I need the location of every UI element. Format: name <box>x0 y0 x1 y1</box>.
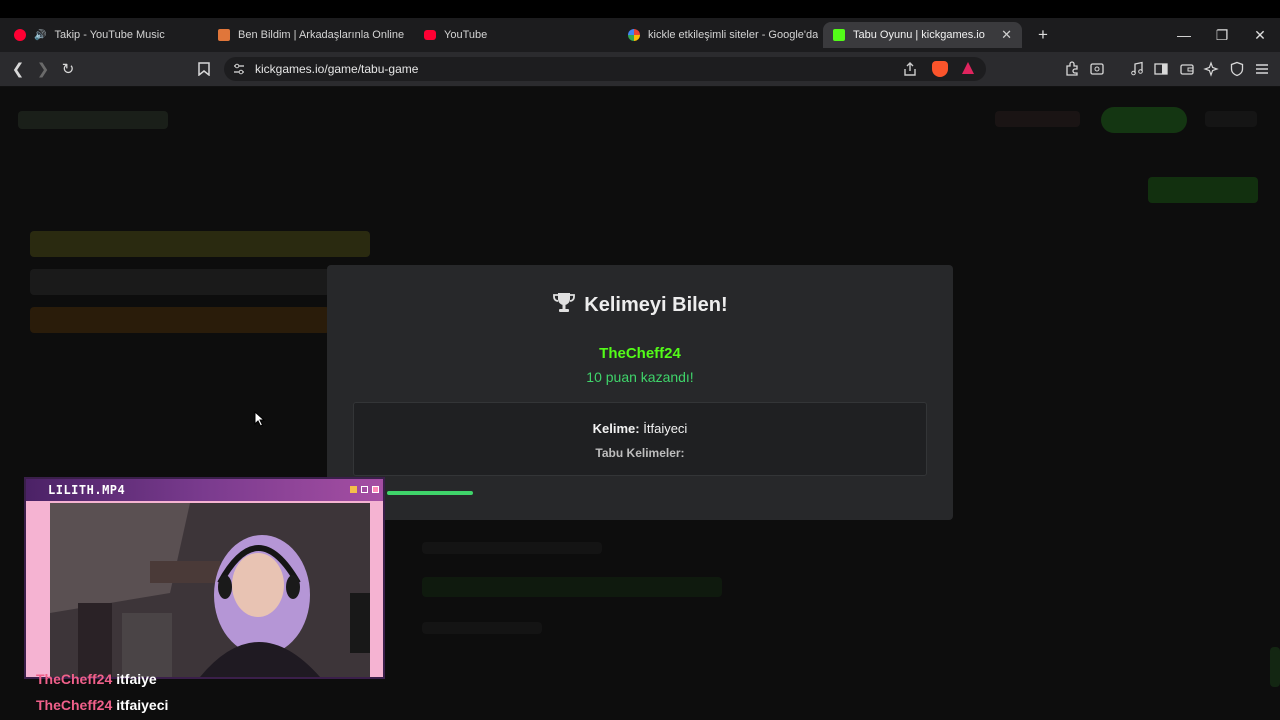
mouse-cursor-icon <box>254 410 266 432</box>
speaker-icon[interactable]: 🔊 <box>34 30 46 41</box>
webcam-titlebar: LILITH.MP4 <box>26 479 383 501</box>
youtube-icon <box>424 30 436 40</box>
media-icon[interactable] <box>1129 61 1145 77</box>
chat-username: TheCheff24 <box>36 697 113 713</box>
word-guessed-modal: Kelimeyi Bilen! TheCheff24 10 puan kazan… <box>327 265 953 520</box>
chat-message: TheCheff24 itfaiye <box>36 671 157 687</box>
action-button[interactable] <box>1148 177 1258 203</box>
new-tab-button[interactable]: + <box>1033 24 1053 46</box>
header-link[interactable] <box>995 111 1080 127</box>
webcam-feed <box>50 503 370 677</box>
forward-button[interactable]: ❯ <box>32 58 54 80</box>
brave-rewards-icon[interactable] <box>961 61 975 80</box>
site-logo <box>18 111 168 129</box>
screen-top-strip <box>0 0 1280 18</box>
minimize-icon <box>350 486 357 493</box>
google-icon <box>628 29 640 41</box>
screenshot-icon[interactable] <box>1089 61 1105 77</box>
vpn-icon[interactable] <box>1229 61 1245 77</box>
kickgames-icon <box>833 29 845 41</box>
points-earned: 10 puan kazandı! <box>586 369 694 385</box>
word-value: İtfaiyeci <box>643 421 688 436</box>
chat-username: TheCheff24 <box>36 671 113 687</box>
word-line: Kelime: İtfaiyeci <box>354 421 926 436</box>
address-bar[interactable]: kickgames.io/game/tabu-game <box>224 57 986 81</box>
chat-text: itfaiye <box>116 671 157 687</box>
quiz-site-icon <box>218 29 230 41</box>
extensions-icon[interactable] <box>1064 61 1080 77</box>
share-icon[interactable] <box>902 61 918 82</box>
close-tab-icon[interactable]: ✕ <box>1001 27 1012 43</box>
tab-tabu-oyunu[interactable]: Tabu Oyunu | kickgames.io ✕ <box>823 22 1022 48</box>
tab-label: Tabu Oyunu | kickgames.io <box>853 29 985 41</box>
brave-shield-icon[interactable] <box>932 61 948 77</box>
close-window-button[interactable]: ✕ <box>1241 18 1279 52</box>
bookmark-icon[interactable] <box>193 58 215 80</box>
tab-label: kickle etkileşimli siteler - Google'da A <box>648 29 818 41</box>
taboo-words-label: Tabu Kelimeler: <box>595 446 685 460</box>
chat-text: itfaiyeci <box>116 697 169 713</box>
tab-youtube-music[interactable]: 🔊 Takip - YouTube Music <box>4 22 204 48</box>
word-label: Kelime: <box>592 421 640 436</box>
url-text: kickgames.io/game/tabu-game <box>255 62 419 76</box>
sidebar-bar <box>30 269 330 295</box>
youtube-music-icon <box>14 29 26 41</box>
menu-icon[interactable] <box>1254 61 1270 77</box>
tab-youtube[interactable]: YouTube <box>414 22 614 48</box>
minimize-button[interactable]: — <box>1165 18 1203 52</box>
leo-ai-icon[interactable] <box>1203 61 1219 77</box>
scroll-indicator <box>1270 647 1280 687</box>
tab-label: Takip - YouTube Music <box>54 29 165 41</box>
site-settings-icon[interactable] <box>232 62 246 76</box>
feed-row <box>422 577 722 597</box>
reload-button[interactable]: ↻ <box>57 58 79 80</box>
webcam-title: LILITH.MP4 <box>48 483 126 497</box>
webcam-window: LILITH.MP4 <box>24 477 385 679</box>
header-link[interactable] <box>1205 111 1257 127</box>
close-icon <box>372 486 379 493</box>
streamer-video <box>50 503 370 677</box>
wallet-icon[interactable] <box>1179 61 1195 77</box>
chat-message: TheCheff24 itfaiyeci <box>36 697 168 713</box>
back-button[interactable]: ❮ <box>7 58 29 80</box>
restore-button[interactable]: ❐ <box>1203 18 1241 52</box>
tab-label: Ben Bildim | Arkadaşlarınla Online Bil <box>238 29 406 41</box>
tab-google-search[interactable]: kickle etkileşimli siteler - Google'da A <box>618 22 818 48</box>
feed-row <box>422 542 602 554</box>
trophy-icon <box>552 292 576 319</box>
tab-bar: 🔊 Takip - YouTube Music Ben Bildim | Ark… <box>0 18 1280 52</box>
word-info-box: Kelime: İtfaiyeci Tabu Kelimeler: <box>353 402 927 476</box>
sidebar-bar-yellow <box>30 231 370 257</box>
sidebar-bar-orange <box>30 307 330 333</box>
winner-username: TheCheff24 <box>599 345 681 362</box>
modal-title: Kelimeyi Bilen! <box>584 294 728 316</box>
feed-row <box>422 622 542 634</box>
header-login-button[interactable] <box>1101 107 1187 133</box>
timer-progress-bar <box>387 491 473 495</box>
maximize-icon <box>361 486 368 493</box>
tab-label: YouTube <box>444 29 488 41</box>
sidebar-icon[interactable] <box>1153 61 1169 77</box>
modal-header: Kelimeyi Bilen! <box>327 292 953 319</box>
tab-ben-bildim[interactable]: Ben Bildim | Arkadaşlarınla Online Bil <box>208 22 406 48</box>
browser-toolbar: ❮ ❯ ↻ kickgames.io/game/tabu-game <box>0 52 1280 87</box>
